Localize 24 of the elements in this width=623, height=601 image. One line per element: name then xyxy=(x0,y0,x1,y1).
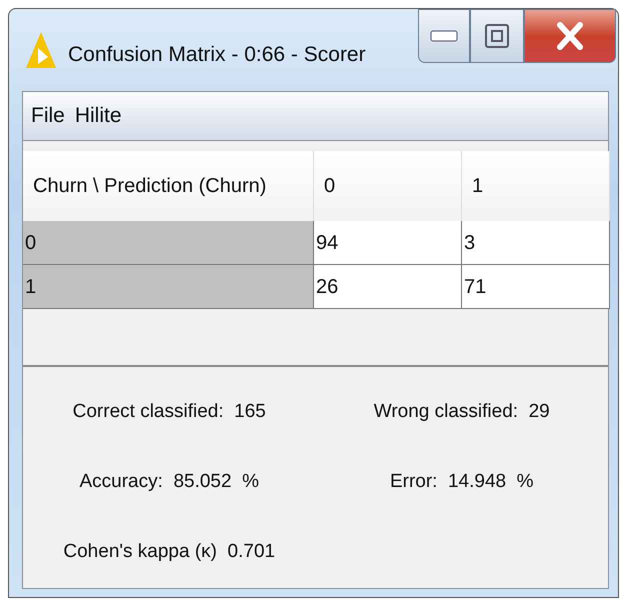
window-title: Confusion Matrix - 0:66 - Scorer xyxy=(68,42,366,68)
statistic-label: Accuracy: 85.052 % xyxy=(78,470,260,494)
column-header[interactable]: 0 xyxy=(314,151,462,221)
table-cell: 71 xyxy=(462,265,610,309)
app-logo-icon xyxy=(24,30,58,70)
minimize-button[interactable] xyxy=(418,9,470,63)
column-header[interactable]: 1 xyxy=(462,151,610,221)
row-header: 0 xyxy=(23,221,314,265)
statistic-label: Cohen's kappa (κ) 0.701 xyxy=(62,540,276,564)
row-header: 1 xyxy=(23,265,314,309)
column-header[interactable]: Churn \ Prediction (Churn) xyxy=(23,151,314,221)
maximize-icon xyxy=(484,23,510,49)
close-icon xyxy=(555,22,585,50)
close-button[interactable] xyxy=(524,9,616,63)
minimize-icon xyxy=(430,29,458,43)
table-cell: 3 xyxy=(462,221,610,265)
menu-item[interactable]: Hilite xyxy=(74,100,122,132)
statistic-label: Correct classified: 165 xyxy=(72,400,267,424)
statistic-label: Wrong classified: 29 xyxy=(372,400,551,424)
table-cell: 26 xyxy=(314,265,462,309)
table-cell: 94 xyxy=(314,221,462,265)
statistic-label: Error: 14.948 % xyxy=(388,470,535,494)
maximize-button[interactable] xyxy=(470,9,524,63)
menu-item[interactable]: File xyxy=(31,100,65,132)
